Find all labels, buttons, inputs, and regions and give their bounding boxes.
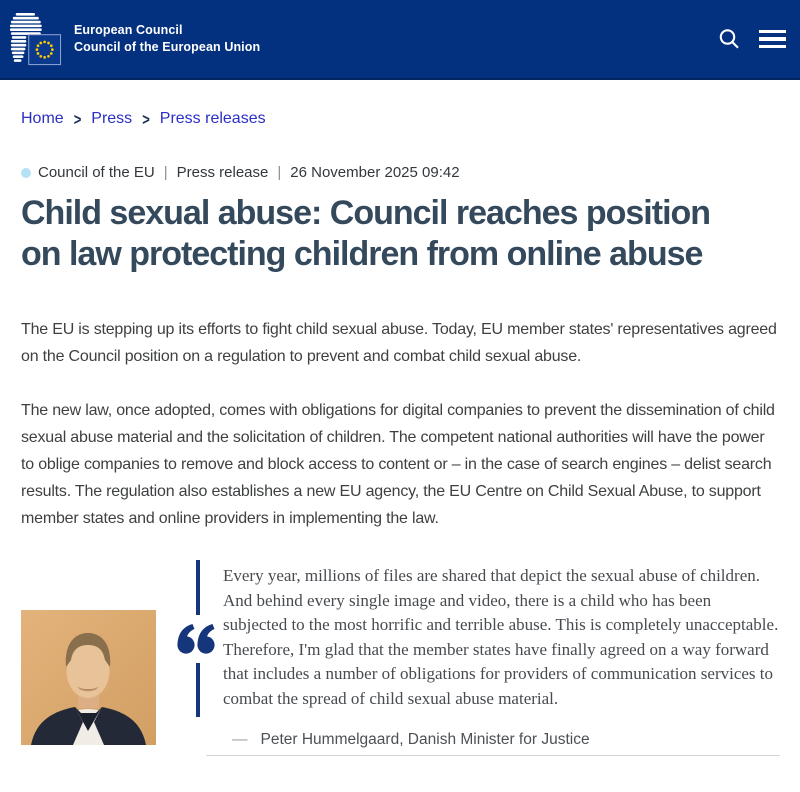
page-title-line1: Child sexual abuse: Council reaches posi…	[21, 193, 780, 234]
org-name: European Council Council of the European…	[74, 22, 260, 56]
divider	[206, 755, 780, 756]
article-paragraph: The new law, once adopted, comes with ob…	[21, 397, 780, 532]
meta-separator: |	[277, 164, 281, 181]
org-name-line1: European Council	[74, 22, 260, 39]
european-council-logo-icon	[8, 12, 62, 68]
breadcrumb: Home > Press > Press releases	[21, 110, 780, 128]
quote-section: Every year, millions of files are shared…	[21, 560, 780, 749]
chevron-right-icon: >	[74, 110, 82, 129]
meta-datetime: 26 November 2025 09:42	[290, 164, 459, 181]
breadcrumb-press-releases[interactable]: Press releases	[160, 110, 266, 128]
breadcrumb-home[interactable]: Home	[21, 110, 64, 128]
breadcrumb-press[interactable]: Press	[91, 110, 132, 128]
quote-block: Every year, millions of files are shared…	[196, 560, 780, 717]
search-button[interactable]	[713, 23, 745, 55]
page-title-line2: on law protecting children from online a…	[21, 234, 780, 275]
quote-text-part1: Every year, millions of files are shared…	[223, 564, 779, 638]
org-name-line2: Council of the European Union	[74, 39, 260, 56]
attribution-name: Peter Hummelgaard, Danish Minister for J…	[261, 731, 590, 749]
search-icon	[717, 27, 741, 51]
portrait-photo-peter-hummelgaard	[21, 610, 156, 745]
attribution-dash: —	[232, 731, 248, 749]
article-meta: Council of the EU | Press release | 26 N…	[21, 164, 780, 181]
council-logo-home-link[interactable]: European Council Council of the European…	[8, 10, 260, 68]
source-dot-icon	[21, 168, 31, 178]
meta-separator: |	[164, 164, 168, 181]
meta-type: Press release	[177, 164, 269, 181]
meta-source: Council of the EU	[38, 164, 155, 181]
chevron-right-icon: >	[142, 110, 150, 129]
article-paragraph: The EU is stepping up its efforts to fig…	[21, 316, 780, 370]
quote-main: Every year, millions of files are shared…	[196, 560, 780, 749]
double-quote-icon	[175, 615, 217, 663]
page-title: Child sexual abuse: Council reaches posi…	[21, 193, 780, 275]
quote-text-part2: Therefore, I'm glad that the member stat…	[223, 638, 779, 712]
site-header: European Council Council of the European…	[0, 0, 800, 80]
article-page: Home > Press > Press releases Council of…	[0, 110, 800, 756]
quote-attribution: — Peter Hummelgaard, Danish Minister for…	[232, 731, 780, 749]
hamburger-menu-icon[interactable]	[759, 26, 786, 53]
